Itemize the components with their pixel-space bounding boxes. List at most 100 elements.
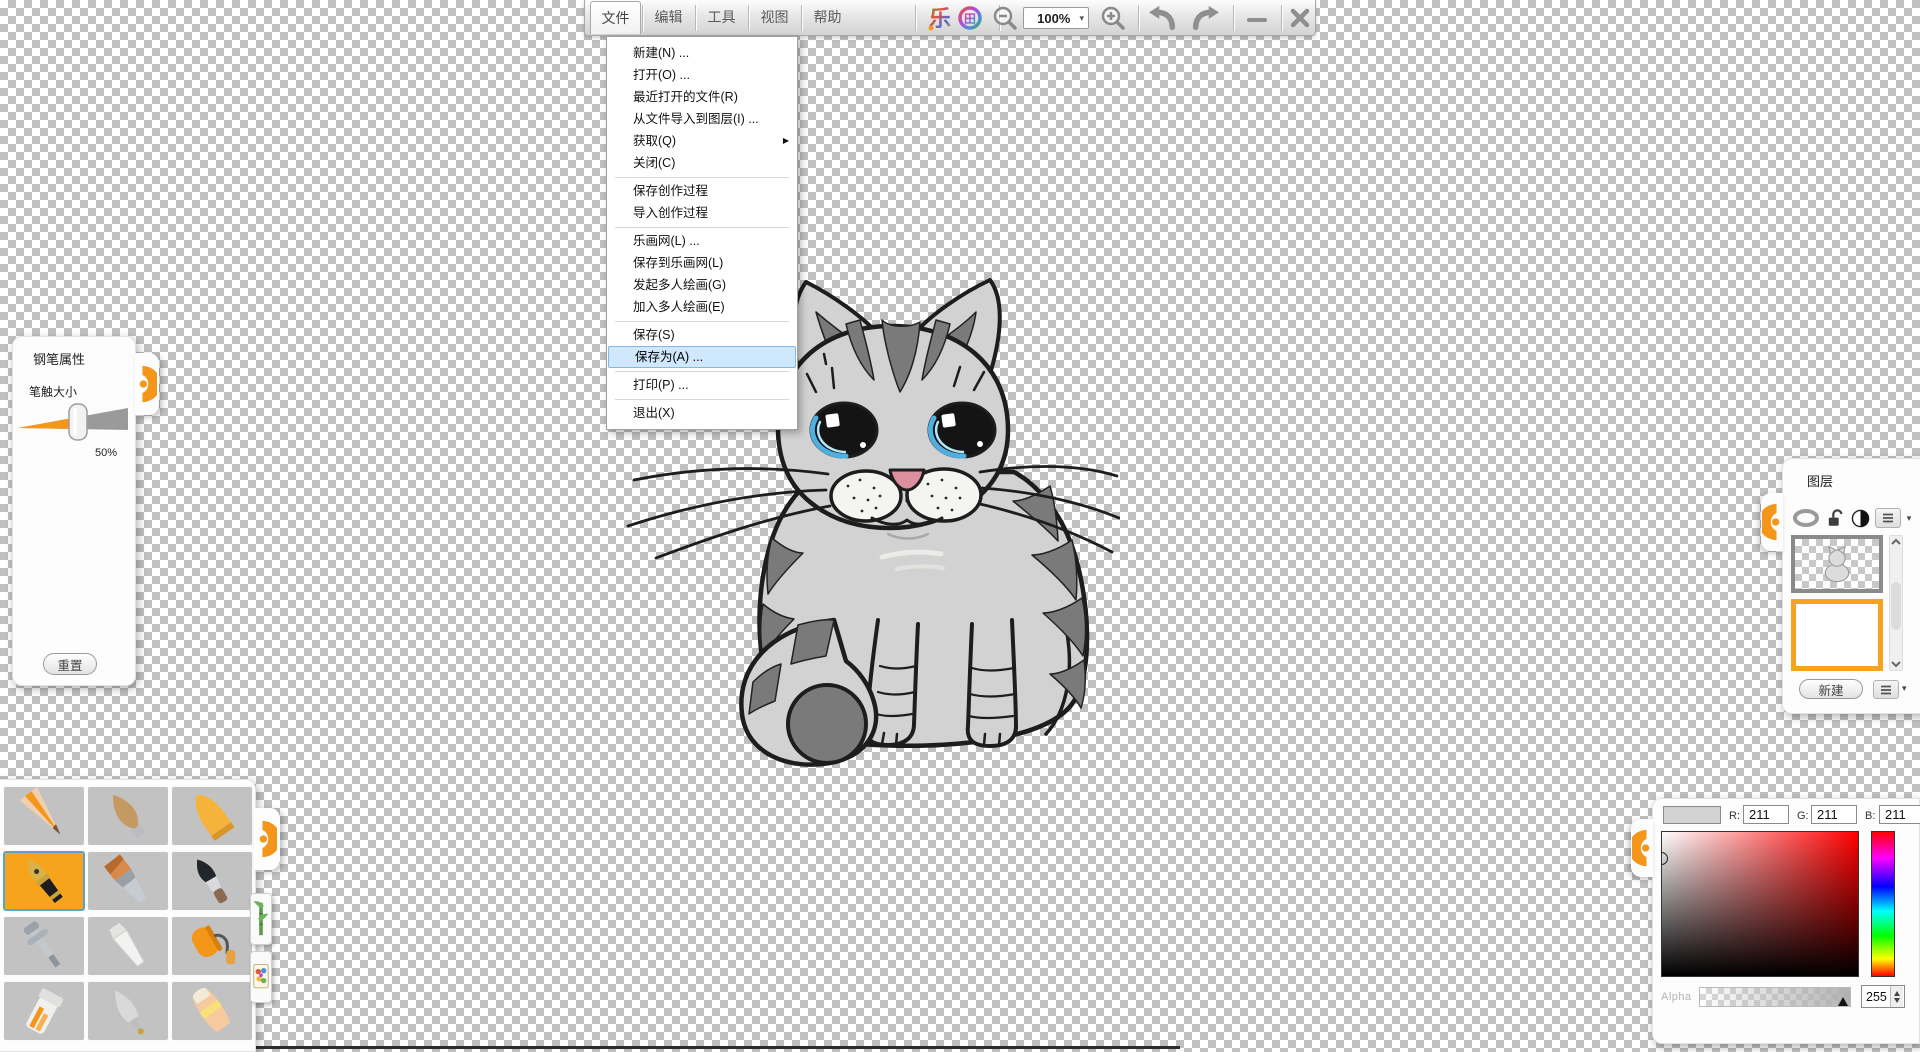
layer-blend-menu-button[interactable] — [1875, 508, 1901, 528]
zoom-in-button[interactable] — [1097, 4, 1129, 32]
panel-title: 钢笔属性 — [33, 349, 85, 368]
scroll-up-icon — [1890, 537, 1902, 547]
panel-collapse-handle[interactable] — [1631, 819, 1653, 877]
bamboo-icon — [252, 897, 270, 941]
tool-fountain-pen[interactable] — [4, 852, 84, 910]
menu-item-lehua-web[interactable]: 乐画网(L) ... — [607, 230, 797, 252]
hue-slider[interactable] — [1871, 831, 1895, 977]
alpha-spinner[interactable] — [1890, 986, 1903, 1007]
spinner-down-icon[interactable] — [1894, 998, 1900, 1003]
picture-stamp-icon — [252, 955, 270, 999]
green-input[interactable] — [1811, 805, 1857, 824]
chevron-down-icon: ▾ — [1079, 14, 1084, 23]
tool-flat-brush[interactable] — [88, 852, 168, 910]
pen-properties-panel: 钢笔属性 笔触大小 50% 重置 — [12, 336, 136, 686]
menu-item-join-multiplayer[interactable]: 加入多人绘画(E) — [607, 296, 797, 318]
panel-collapse-handle[interactable] — [135, 353, 159, 415]
menu-item-save[interactable]: 保存(S) — [607, 324, 797, 346]
zoom-out-button[interactable] — [989, 4, 1021, 32]
spinner-up-icon[interactable] — [1894, 991, 1900, 996]
unlock-icon — [1827, 508, 1845, 529]
bamboo-brush-button[interactable] — [250, 893, 272, 945]
menu-separator — [615, 177, 789, 178]
layers-menu-button[interactable] — [1873, 680, 1899, 699]
tool-pencil[interactable] — [4, 787, 84, 845]
menu-item-recent-files[interactable]: 最近打开的文件(R) — [607, 86, 797, 108]
layer-opacity-button[interactable] — [1849, 507, 1871, 529]
scrollbar-thumb[interactable] — [1891, 582, 1901, 630]
menu-item-print[interactable]: 打印(P) ... — [607, 374, 797, 396]
hua-logo-icon: 田 — [956, 4, 984, 32]
minimize-icon — [1245, 6, 1269, 30]
reset-button[interactable]: 重置 — [43, 653, 97, 675]
tool-blender-tube[interactable] — [88, 917, 168, 975]
layer-thumbnail-artwork[interactable] — [1791, 535, 1883, 593]
le-logo-icon: 乐 — [926, 4, 954, 32]
menu-tab-help[interactable]: 帮助 — [802, 1, 853, 34]
menu-item-import-process[interactable]: 导入创作过程 — [607, 202, 797, 224]
menu-tab-edit[interactable]: 编辑 — [643, 1, 694, 34]
red-input[interactable] — [1743, 805, 1789, 824]
alpha-input[interactable] — [1862, 986, 1890, 1007]
tool-crayon[interactable] — [172, 787, 252, 845]
undo-button[interactable] — [1145, 4, 1181, 32]
close-button[interactable] — [1283, 4, 1317, 32]
layer-lock-button[interactable] — [1825, 507, 1847, 529]
menu-item-start-multiplayer[interactable]: 发起多人绘画(G) — [607, 274, 797, 296]
panel-collapse-handle[interactable] — [254, 808, 280, 870]
tool-smudge[interactable] — [88, 982, 168, 1040]
new-layer-button[interactable]: 新建 — [1799, 679, 1863, 699]
panel-collapse-handle[interactable] — [1761, 493, 1783, 551]
main-toolbar: 文件 编辑 工具 视图 帮助 乐 田 — [584, 0, 1316, 36]
zoom-in-icon — [1100, 5, 1126, 31]
menu-separator — [615, 321, 789, 322]
menu-item-new[interactable]: 新建(N) ... — [607, 42, 797, 64]
chevron-down-icon[interactable]: ▾ — [1903, 508, 1915, 528]
chevron-down-icon[interactable]: ▾ — [1902, 683, 1907, 694]
color-cursor[interactable] — [1661, 852, 1668, 865]
tool-eraser[interactable] — [172, 982, 252, 1040]
file-menu-dropdown: 新建(N) ... 打开(O) ... 最近打开的文件(R) 从文件导入到图层(… — [606, 36, 798, 430]
visibility-ellipse-icon — [1791, 508, 1821, 528]
layer-visibility-button[interactable] — [1789, 507, 1823, 529]
alpha-marker-icon[interactable] — [1838, 997, 1848, 1006]
menu-item-save-to-lehua[interactable]: 保存到乐画网(L) — [607, 252, 797, 274]
half-circle-icon — [1851, 509, 1870, 528]
tool-paint-jar[interactable] — [4, 982, 84, 1040]
color-picker-panel: R: G: B: Alpha — [1652, 798, 1920, 1044]
brush-size-slider[interactable] — [15, 401, 133, 443]
menu-item-open[interactable]: 打开(O) ... — [607, 64, 797, 86]
minimize-button[interactable] — [1239, 4, 1275, 32]
alpha-label: Alpha — [1661, 991, 1692, 1003]
menu-tab-file[interactable]: 文件 — [590, 1, 641, 34]
menu-tab-view[interactable]: 视图 — [749, 1, 800, 34]
tool-pointed-brush[interactable] — [88, 787, 168, 845]
svg-text:田: 田 — [964, 12, 976, 26]
blue-input[interactable] — [1879, 805, 1920, 824]
menu-item-save-process[interactable]: 保存创作过程 — [607, 180, 797, 202]
menu-item-exit[interactable]: 退出(X) — [607, 402, 797, 424]
tool-paint-roller[interactable] — [172, 917, 252, 975]
scroll-down-icon — [1890, 659, 1902, 669]
tool-airbrush[interactable] — [4, 917, 84, 975]
saturation-value-picker[interactable] — [1661, 831, 1859, 977]
menu-item-close-file[interactable]: 关闭(C) — [607, 152, 797, 174]
menu-item-acquire[interactable]: 获取(Q) ▶ — [607, 130, 797, 152]
toolbar-divider — [1138, 5, 1139, 31]
layer-thumbnail-selected[interactable] — [1791, 599, 1883, 671]
tool-ink-brush[interactable] — [172, 852, 252, 910]
alpha-slider[interactable] — [1699, 987, 1851, 1007]
zoom-level-select[interactable]: 100% ▾ — [1023, 7, 1089, 29]
zoom-level-value: 100% — [1028, 11, 1079, 26]
stamp-picture-button[interactable] — [250, 951, 272, 1003]
menu-tab-tools[interactable]: 工具 — [696, 1, 747, 34]
submenu-arrow-icon: ▶ — [783, 130, 789, 152]
panel-title: 图层 — [1807, 471, 1833, 490]
blue-label: B: — [1865, 810, 1875, 822]
redo-button[interactable] — [1187, 4, 1223, 32]
collapse-crescent-icon — [257, 817, 277, 861]
menu-item-save-as[interactable]: 保存为(A) ... — [608, 346, 796, 368]
alpha-value-field — [1861, 985, 1905, 1008]
layers-scrollbar[interactable] — [1889, 535, 1903, 671]
menu-item-import-to-layer[interactable]: 从文件导入到图层(I) ... — [607, 108, 797, 130]
